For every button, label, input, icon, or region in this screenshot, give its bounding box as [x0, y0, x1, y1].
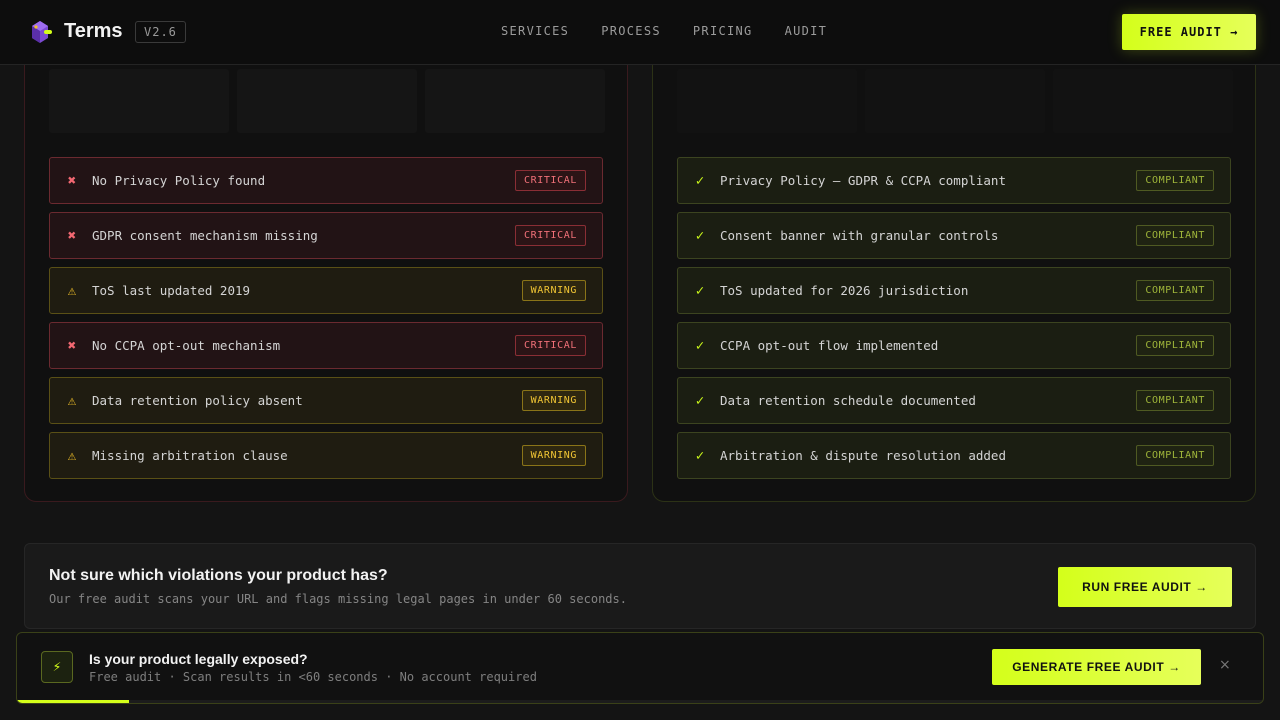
- violation-text: ToS last updated 2019: [92, 283, 251, 298]
- nav-link-process[interactable]: PROCESS: [601, 24, 661, 38]
- violation-item: ✖ GDPR consent mechanism missing CRITICA…: [49, 212, 603, 259]
- close-icon[interactable]: ×: [1219, 657, 1231, 673]
- severity-badge: CRITICAL: [515, 335, 586, 356]
- check-icon: ✓: [695, 282, 705, 299]
- compliant-text: Consent banner with granular controls: [720, 228, 999, 243]
- compliant-text: Privacy Policy — GDPR & CCPA compliant: [720, 173, 1006, 188]
- compliant-panel: ✓ Privacy Policy — GDPR & CCPA compliant…: [652, 40, 1256, 502]
- severity-badge: WARNING: [521, 280, 586, 301]
- warning-icon: ⚠: [67, 392, 77, 409]
- compliant-text: ToS updated for 2026 jurisdiction: [720, 283, 969, 298]
- check-icon: ✓: [695, 227, 705, 244]
- free-audit-button[interactable]: FREE AUDIT →: [1122, 14, 1256, 50]
- x-icon: ✖: [67, 227, 77, 244]
- check-icon: ✓: [695, 392, 705, 409]
- compliant-badge: COMPLIANT: [1136, 335, 1214, 356]
- nav-link-services[interactable]: SERVICES: [501, 24, 569, 38]
- exposure-toast: ⚡ Is your product legally exposed? Free …: [16, 632, 1264, 704]
- compliant-item: ✓ Consent banner with granular controls …: [677, 212, 1231, 259]
- severity-badge: WARNING: [521, 390, 586, 411]
- severity-badge: CRITICAL: [515, 225, 586, 246]
- compliant-item: ✓ Privacy Policy — GDPR & CCPA compliant…: [677, 157, 1231, 204]
- placeholder-card: [1053, 69, 1233, 133]
- placeholder-card: [677, 69, 857, 133]
- toast-subtitle: Free audit · Scan results in <60 seconds…: [89, 670, 537, 684]
- placeholder-card: [237, 69, 417, 133]
- violation-text: No Privacy Policy found: [92, 173, 266, 188]
- compliant-badge: COMPLIANT: [1136, 225, 1214, 246]
- logo-icon[interactable]: [27, 19, 53, 45]
- compliant-item: ✓ Data retention schedule documented COM…: [677, 377, 1231, 424]
- check-icon: ✓: [695, 337, 705, 354]
- compliant-item: ✓ Arbitration & dispute resolution added…: [677, 432, 1231, 479]
- compliant-badge: COMPLIANT: [1136, 390, 1214, 411]
- violation-text: Data retention policy absent: [92, 393, 303, 408]
- nav-links: SERVICES PROCESS PRICING AUDIT: [501, 24, 827, 38]
- cta-heading: Not sure which violations your product h…: [49, 567, 388, 584]
- toast-progress-track: [17, 700, 1263, 703]
- warning-icon: ⚠: [67, 282, 77, 299]
- toast-progress-fill: [17, 700, 130, 703]
- compliant-text: CCPA opt-out flow implemented: [720, 338, 939, 353]
- version-badge: V2.6: [135, 21, 186, 43]
- placeholder-cards: [49, 69, 605, 133]
- severity-badge: CRITICAL: [515, 170, 586, 191]
- compliant-item: ✓ CCPA opt-out flow implemented COMPLIAN…: [677, 322, 1231, 369]
- run-free-audit-button[interactable]: RUN FREE AUDIT →: [1058, 567, 1232, 607]
- nav-link-pricing[interactable]: PRICING: [693, 24, 753, 38]
- warning-icon: ⚠: [67, 447, 77, 464]
- violation-item: ✖ No CCPA opt-out mechanism CRITICAL: [49, 322, 603, 369]
- compliant-badge: COMPLIANT: [1136, 170, 1214, 191]
- violation-text: GDPR consent mechanism missing: [92, 228, 318, 243]
- x-icon: ✖: [67, 172, 77, 189]
- top-navbar: Terms V2.6 SERVICES PROCESS PRICING AUDI…: [0, 0, 1280, 65]
- cta-subtitle: Our free audit scans your URL and flags …: [49, 592, 627, 606]
- check-icon: ✓: [695, 447, 705, 464]
- audit-cta-section: Not sure which violations your product h…: [24, 543, 1256, 629]
- placeholder-card: [49, 69, 229, 133]
- lightning-icon: ⚡: [41, 651, 73, 683]
- violation-item: ⚠ Missing arbitration clause WARNING: [49, 432, 603, 479]
- compliant-text: Data retention schedule documented: [720, 393, 976, 408]
- violations-panel: ✖ No Privacy Policy found CRITICAL ✖ GDP…: [24, 40, 628, 502]
- compliant-badge: COMPLIANT: [1136, 445, 1214, 466]
- nav-link-audit[interactable]: AUDIT: [785, 24, 828, 38]
- violation-text: No CCPA opt-out mechanism: [92, 338, 281, 353]
- compliant-badge: COMPLIANT: [1136, 280, 1214, 301]
- compliant-item: ✓ ToS updated for 2026 jurisdiction COMP…: [677, 267, 1231, 314]
- violation-item: ✖ No Privacy Policy found CRITICAL: [49, 157, 603, 204]
- compliant-text: Arbitration & dispute resolution added: [720, 448, 1006, 463]
- violation-item: ⚠ Data retention policy absent WARNING: [49, 377, 603, 424]
- brand-name[interactable]: Terms: [64, 20, 123, 43]
- placeholder-card: [865, 69, 1045, 133]
- placeholder-card: [425, 69, 605, 133]
- generate-free-audit-button[interactable]: GENERATE FREE AUDIT →: [992, 649, 1201, 685]
- violation-item: ⚠ ToS last updated 2019 WARNING: [49, 267, 603, 314]
- check-icon: ✓: [695, 172, 705, 189]
- x-icon: ✖: [67, 337, 77, 354]
- severity-badge: WARNING: [521, 445, 586, 466]
- violation-text: Missing arbitration clause: [92, 448, 288, 463]
- placeholder-cards: [677, 69, 1233, 133]
- toast-title: Is your product legally exposed?: [89, 651, 308, 667]
